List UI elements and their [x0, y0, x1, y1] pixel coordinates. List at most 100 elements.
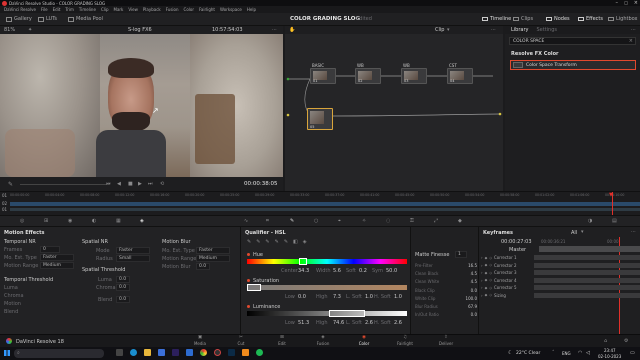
expand-chevron-icon[interactable]: › [481, 278, 483, 283]
3d-icon[interactable]: ◆ [458, 218, 462, 224]
saturation-enabled-dot[interactable] [247, 279, 250, 282]
matte-page-select[interactable]: 1 [455, 251, 467, 258]
motion-range-select[interactable]: Medium [40, 262, 74, 269]
gallery-button[interactable]: Gallery [6, 16, 32, 22]
settings-tab[interactable]: Settings [536, 27, 557, 33]
vlc-icon[interactable] [242, 349, 249, 356]
lum-high-value[interactable]: 74.6 [333, 320, 344, 326]
keyframe-dynamic-icon[interactable]: ◇ [489, 293, 492, 297]
keyframe-row[interactable]: › ◆ ◇ Corrector 2 [481, 262, 640, 270]
magic-mask-icon[interactable]: ✧ [362, 218, 366, 224]
sizing-icon[interactable]: ⤢ [434, 218, 438, 224]
tracker-icon[interactable]: ⌖ [338, 218, 341, 224]
menu-item-mark[interactable]: Mark [114, 7, 124, 12]
keyframe-diamond-icon[interactable]: ◆ [485, 263, 488, 267]
hue-range-handle[interactable] [299, 258, 307, 265]
width-value[interactable]: 5.6 [333, 268, 341, 274]
st-blend-value[interactable]: 0.0 [116, 296, 130, 303]
hue-enabled-dot[interactable] [247, 253, 250, 256]
maximize-icon[interactable]: □ [624, 0, 628, 5]
file-explorer-icon[interactable] [144, 349, 151, 356]
clips-button[interactable]: Clips [513, 16, 533, 22]
hand-icon[interactable]: ✋ [289, 27, 295, 33]
scopes-icon[interactable]: ▤ [612, 218, 617, 224]
menu-item-view[interactable]: View [128, 7, 138, 12]
color-warper-icon[interactable]: ⌗ [266, 218, 269, 224]
expand-chevron-icon[interactable]: › [481, 270, 483, 275]
viewer-image[interactable]: ↗ [0, 34, 283, 177]
matte-value[interactable]: 0.0 [471, 312, 477, 317]
library-search-input[interactable]: COLOR SPACE [513, 39, 544, 44]
expand-chevron-icon[interactable]: › [481, 263, 483, 268]
menu-item-fairlight[interactable]: Fairlight [199, 7, 215, 12]
project-settings-icon[interactable]: ⚙ [624, 338, 628, 344]
menu-item-edit[interactable]: Edit [53, 7, 61, 12]
keyframes-options-icon[interactable]: ⋯ [631, 229, 636, 235]
clear-search-icon[interactable]: × [629, 38, 633, 44]
mb-blur-value[interactable]: 0.0 [196, 263, 210, 270]
project-home-icon[interactable]: ⌂ [604, 338, 607, 344]
hdr-icon[interactable]: ◐ [92, 218, 96, 224]
keyframe-diamond-icon[interactable]: ◆ [485, 278, 488, 282]
radius-select[interactable]: Small [116, 255, 150, 262]
keyframe-diamond-icon[interactable]: ◆ [485, 286, 488, 290]
luminance-gradient-bar[interactable] [247, 311, 407, 316]
keyframe-row[interactable]: › ◆ ◇ Corrector 4 [481, 277, 640, 285]
clock-time[interactable]: 23:47 [604, 348, 616, 353]
sat-hsoft-value[interactable]: 1.0 [394, 294, 402, 300]
center-value[interactable]: 34.3 [298, 268, 309, 274]
menu-item-clip[interactable]: Clip [101, 7, 109, 12]
node-editor[interactable]: BASIC 01 WB 02 WB 03 CST 04 05 [285, 34, 503, 191]
keyframes-filter-select[interactable]: All [571, 230, 577, 236]
library-options-icon[interactable]: ⋯ [631, 27, 636, 33]
weather-text[interactable]: 22°C Clear [516, 351, 540, 356]
store-icon[interactable] [158, 349, 165, 356]
keyframe-row[interactable]: › ◆ ◇ Corrector 5 [481, 284, 640, 292]
step-back-icon[interactable]: ◀ [117, 181, 121, 187]
soft-value[interactable]: 0.2 [359, 268, 367, 274]
expand-chevron-icon[interactable]: › [481, 255, 483, 260]
keyframe-dynamic-icon[interactable]: ◇ [489, 271, 492, 275]
play-icon[interactable]: ▶ [138, 181, 142, 187]
menu-item-trim[interactable]: Trim [65, 7, 74, 12]
picker-icon[interactable]: ✎ [247, 239, 251, 245]
keyframe-dynamic-icon[interactable]: ◇ [489, 278, 492, 282]
keyframe-dynamic-icon[interactable]: ◇ [489, 263, 492, 267]
camera-raw-icon[interactable]: ◎ [20, 218, 24, 224]
keyframe-row[interactable]: › ◆ ◇ Sizing [481, 292, 640, 300]
lightbox-button[interactable]: Lightbox [608, 16, 638, 22]
stop-icon[interactable]: ■ [128, 181, 133, 187]
node-05[interactable]: 05 [307, 108, 333, 130]
color-wheels-icon[interactable]: ◉ [68, 218, 72, 224]
taskbar-search[interactable] [14, 349, 104, 358]
viewer-options-icon[interactable]: ⋯ [272, 27, 277, 33]
matte-value[interactable]: 4.5 [471, 279, 477, 284]
saturation-gradient-bar[interactable] [247, 285, 407, 290]
feather-plus-icon[interactable]: ✎ [284, 239, 288, 245]
color-match-icon[interactable]: ⊞ [44, 218, 48, 224]
jog-left-icon[interactable]: ⏮ [106, 181, 111, 187]
playhead-slider[interactable] [20, 184, 110, 185]
lum-hsoft-value[interactable]: 2.6 [394, 320, 402, 326]
menu-item-playback[interactable]: Playback [143, 7, 161, 12]
node-04[interactable]: CST 04 [447, 63, 473, 84]
hue-gradient-bar[interactable] [247, 259, 407, 264]
mb-mo-est-select[interactable]: Faster [196, 247, 230, 254]
feather-minus-icon[interactable]: ✎ [275, 239, 279, 245]
effects-button[interactable]: Effects [578, 16, 603, 22]
sat-low-value[interactable]: 0.0 [298, 294, 306, 300]
keyframes-toggle-icon[interactable]: ◑ [588, 218, 592, 224]
matte-value[interactable]: 100.0 [466, 296, 477, 301]
node-mode-select[interactable]: Clip [435, 27, 444, 33]
picker-minus-icon[interactable]: ✎ [256, 239, 260, 245]
expand-chevron-icon[interactable]: › [481, 285, 483, 290]
sym-value[interactable]: 50.0 [386, 268, 397, 274]
matte-value[interactable]: 16.5 [468, 263, 477, 268]
frames-value[interactable]: 0 [40, 246, 60, 253]
premiere-icon[interactable] [172, 349, 179, 356]
qualifier-icon[interactable]: ✎ [290, 218, 294, 224]
task-view-icon[interactable] [116, 349, 123, 356]
lum-lsoft-value[interactable]: 2.6 [365, 320, 373, 326]
keyframe-diamond-icon[interactable]: ◆ [485, 271, 488, 275]
spotify-icon[interactable] [256, 349, 263, 356]
